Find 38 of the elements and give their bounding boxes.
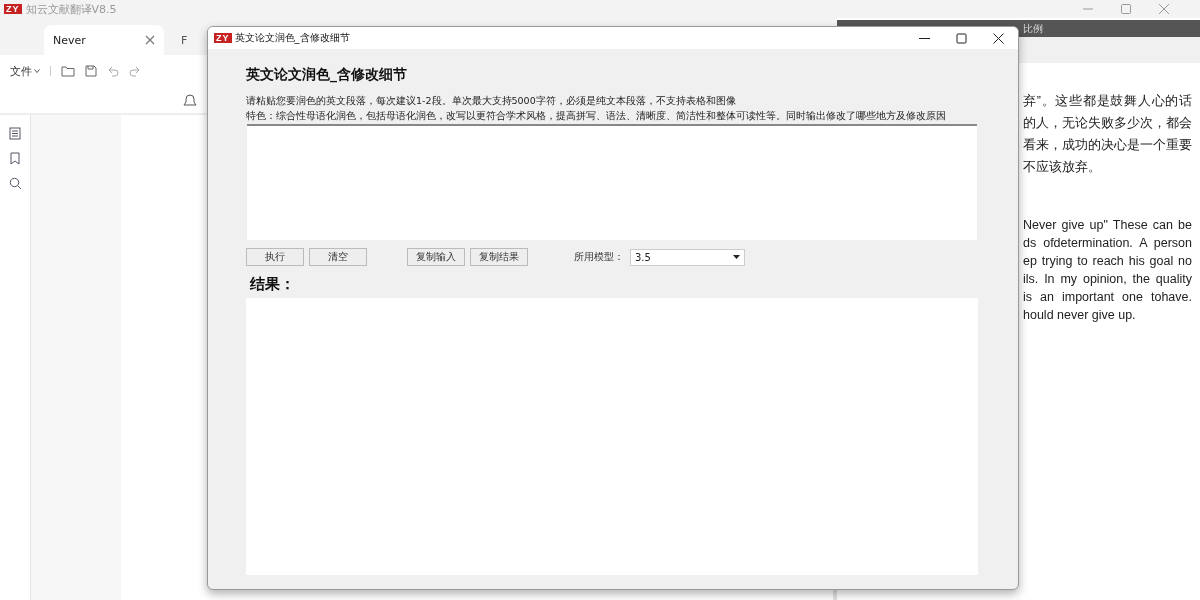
action-button[interactable]: 执行: [246, 248, 304, 266]
panel-header-text: 比例: [1023, 21, 1043, 36]
folder-icon[interactable]: [61, 65, 75, 77]
translation-line: 不应该放弃。: [1023, 159, 1102, 176]
input-field[interactable]: [247, 124, 977, 240]
action-button[interactable]: 复制结果: [470, 248, 528, 266]
bookmark-icon[interactable]: [9, 152, 21, 165]
translation-line: 弃”。这些都是鼓舞人心的话: [1023, 93, 1192, 110]
action-button[interactable]: 清空: [309, 248, 367, 266]
source-line: Never give up" These can be: [1023, 217, 1192, 234]
tab[interactable]: Never: [44, 25, 164, 55]
source-line: hould never give up.: [1023, 307, 1137, 324]
dialog-heading: 英文论文润色_含修改细节: [246, 66, 408, 84]
source-line: is an important one tohave.: [1023, 289, 1192, 306]
result-label: 结果：: [250, 275, 296, 294]
translation-line: 的人，无论失败多少次，都会: [1023, 115, 1192, 132]
dialog-logo: ZY: [214, 33, 232, 43]
file-menu[interactable]: 文件: [10, 63, 32, 79]
model-dropdown[interactable]: 3.5: [630, 248, 745, 266]
dropdown-arrow-icon: [733, 255, 740, 259]
search-icon[interactable]: [8, 177, 22, 190]
action-button[interactable]: 复制输入: [407, 248, 465, 266]
instruction-text: 请粘贴您要润色的英文段落，每次建议1-2段。单次最大支持5000字符，必须是纯文本段落，不支持表格和图像: [246, 94, 737, 108]
save-icon[interactable]: [85, 65, 97, 77]
caret-icon: [34, 69, 40, 73]
source-line: ds ofdetermination. A person: [1023, 235, 1192, 252]
close-icon[interactable]: [993, 32, 1004, 44]
list-icon[interactable]: [9, 127, 21, 140]
maximize-icon[interactable]: [956, 32, 967, 44]
instruction-text: 特色：综合性母语化润色，包括母语化润色，改写以更符合学术风格，提高拼写、语法、清晰度、简洁性和整体可读性等。同时输出修改了哪些地方及修改原因: [246, 109, 947, 123]
bell-icon[interactable]: [183, 93, 197, 107]
model-label: 所用模型：: [574, 250, 624, 264]
translation-line: 看来，成功的决心是一个重要: [1023, 137, 1192, 154]
source-line: ep trying to reach his goal no: [1023, 253, 1192, 270]
source-line: ils. In my opinion, the quality: [1023, 271, 1192, 288]
app-logo: ZY: [4, 4, 22, 14]
window-title: 知云文献翻译V8.5: [25, 1, 117, 17]
dialog-title: 英文论文润色_含修改细节: [234, 31, 350, 45]
